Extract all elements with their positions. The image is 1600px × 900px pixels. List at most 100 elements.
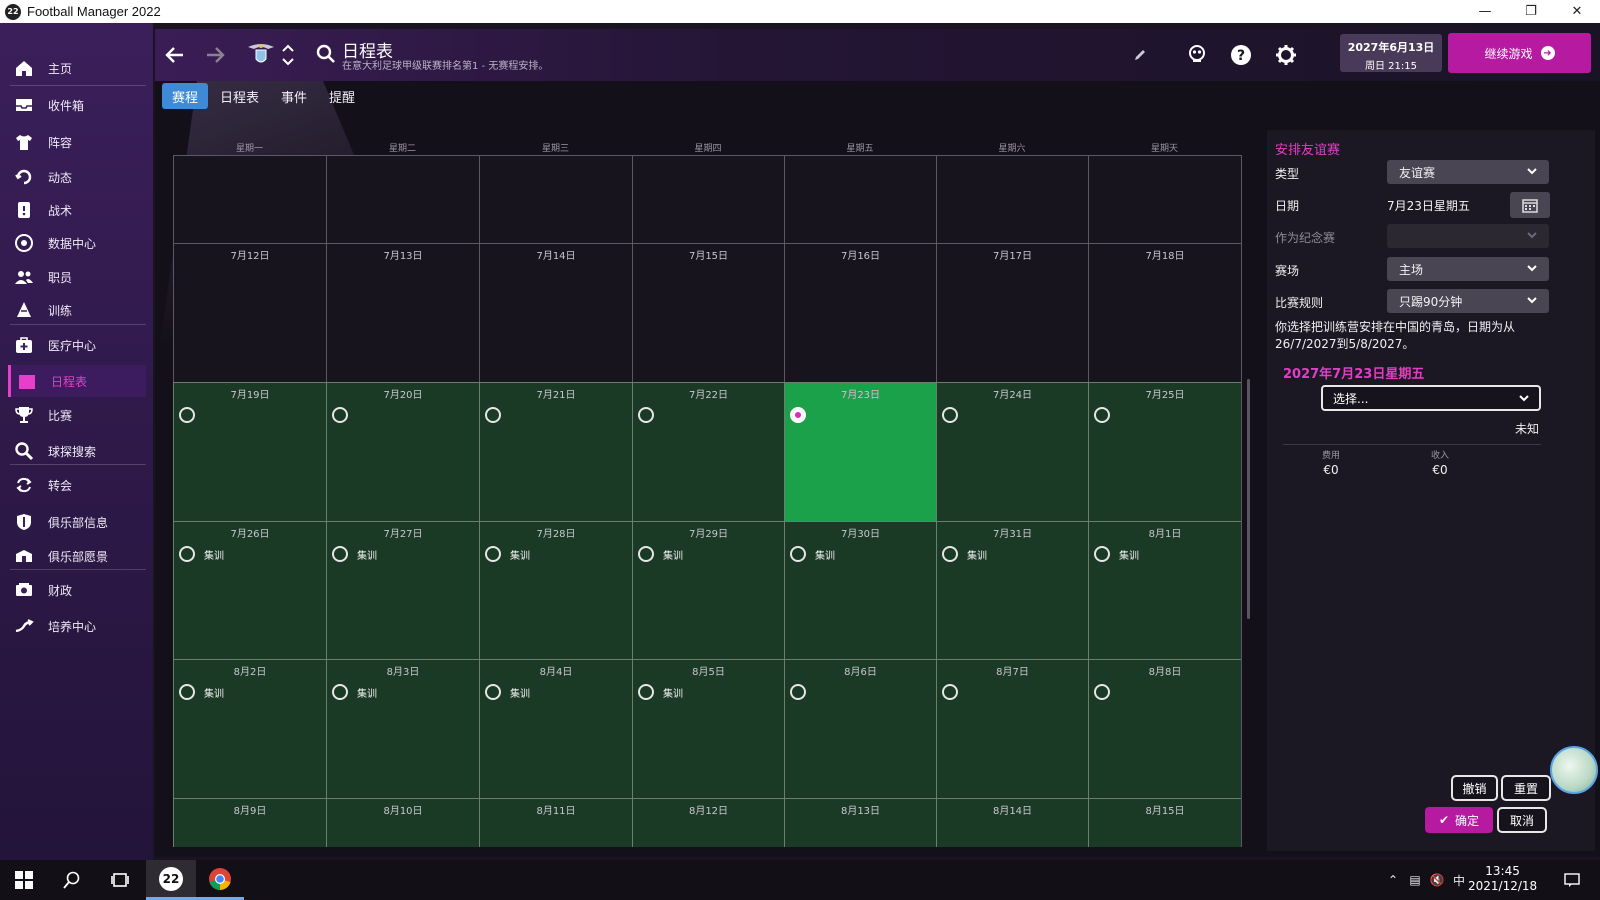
calendar-day-cell[interactable]: 7月26日 集训 — [173, 521, 326, 659]
calendar-day-cell[interactable]: 8月3日 集训 — [326, 659, 479, 798]
day-select-radio[interactable] — [485, 407, 501, 423]
sidebar-item-dynamics[interactable]: 动态 — [8, 161, 146, 193]
sidebar-item-transfers[interactable]: 转会 — [8, 469, 146, 501]
sidebar-item-data-hub[interactable]: 数据中心 — [8, 227, 146, 259]
taskbar-fm-app[interactable]: 22 — [146, 860, 196, 900]
edit-pencil-icon[interactable] — [1127, 42, 1153, 68]
calendar-day-cell[interactable]: 8月4日 集训 — [479, 659, 632, 798]
club-switch-icon[interactable] — [281, 41, 295, 69]
sidebar-item-club-info[interactable]: 俱乐部信息 — [8, 506, 146, 538]
windows-start-button[interactable] — [0, 860, 48, 900]
calendar-day-cell[interactable]: 8月1日 集训 — [1088, 521, 1241, 659]
day-select-radio[interactable] — [790, 546, 806, 562]
opponent-select[interactable]: 选择... — [1321, 385, 1541, 411]
calendar-day-cell[interactable]: 8月2日 集训 — [173, 659, 326, 798]
rules-select[interactable]: 只踢90分钟 — [1387, 289, 1549, 313]
sidebar-item-trophy[interactable]: 比赛 — [8, 399, 146, 431]
tab-3[interactable]: 提醒 — [319, 83, 365, 109]
volume-muted-icon[interactable]: 🔇 — [1426, 873, 1448, 887]
network-icon[interactable]: ▤ — [1404, 873, 1426, 887]
settings-gear-icon[interactable] — [1273, 42, 1299, 68]
close-button[interactable]: ✕ — [1554, 0, 1600, 23]
sidebar-item-medical[interactable]: 医疗中心 — [8, 329, 146, 361]
ime-indicator[interactable]: 中 — [1448, 872, 1470, 889]
day-select-radio[interactable] — [485, 546, 501, 562]
day-select-radio[interactable] — [790, 684, 806, 700]
day-select-radio[interactable] — [942, 684, 958, 700]
day-select-radio[interactable] — [485, 684, 501, 700]
sidebar-item-calendar[interactable]: 日程表 — [8, 365, 146, 397]
continue-button[interactable]: 继续游戏 ➜ — [1448, 33, 1591, 73]
calendar-day-cell[interactable]: 8月7日 — [936, 659, 1088, 798]
tab-2[interactable]: 事件 — [271, 83, 317, 109]
notification-center-button[interactable] — [1552, 860, 1592, 900]
calendar-day-cell[interactable]: 7月20日 — [326, 382, 479, 521]
game-date-display[interactable]: 2027年6月13日 周日 21:15 — [1340, 34, 1442, 72]
day-select-radio[interactable] — [1094, 407, 1110, 423]
day-select-radio[interactable] — [179, 546, 195, 562]
calendar-day-cell[interactable]: 7月22日 — [632, 382, 784, 521]
calendar-day-cell[interactable]: 7月27日 集训 — [326, 521, 479, 659]
day-select-radio[interactable] — [638, 407, 654, 423]
taskbar-search-button[interactable] — [48, 860, 96, 900]
sidebar-item-inbox[interactable]: 收件箱 — [8, 89, 146, 121]
calendar-day-cell[interactable]: 7月21日 — [479, 382, 632, 521]
sidebar-item-scouting[interactable]: 球探搜索 — [8, 435, 146, 467]
tab-1[interactable]: 日程表 — [210, 83, 269, 109]
calendar-day-cell[interactable]: 7月31日 集训 — [936, 521, 1088, 659]
calendar-scrollbar[interactable] — [1247, 379, 1250, 619]
type-select[interactable]: 友谊赛 — [1387, 160, 1549, 184]
calendar-day-cell[interactable]: 7月19日 — [173, 382, 326, 521]
day-select-radio[interactable] — [942, 407, 958, 423]
minimize-button[interactable]: — — [1462, 0, 1508, 23]
task-view-button[interactable] — [96, 860, 144, 900]
calendar-day-cell[interactable]: 7月30日 集训 — [784, 521, 936, 659]
sidebar-item-staff[interactable]: 职员 — [8, 261, 146, 293]
sidebar-item-tactics[interactable]: 战术 — [8, 194, 146, 226]
day-select-radio[interactable] — [638, 684, 654, 700]
calendar-day-cell[interactable]: 7月28日 集训 — [479, 521, 632, 659]
calendar-day-cell[interactable]: 7月25日 — [1088, 382, 1241, 521]
day-select-radio[interactable] — [1094, 684, 1110, 700]
calendar-day-cell[interactable]: 8月6日 — [784, 659, 936, 798]
back-arrow-icon[interactable] — [163, 43, 187, 67]
confirm-button[interactable]: ✔ 确定 — [1425, 807, 1493, 833]
calendar-day-cell[interactable]: 8月8日 — [1088, 659, 1241, 798]
day-select-radio[interactable] — [1094, 546, 1110, 562]
tab-0[interactable]: 赛程 — [162, 83, 209, 109]
day-select-radio[interactable] — [332, 546, 348, 562]
venue-select[interactable]: 主场 — [1387, 257, 1549, 281]
search-icon[interactable] — [315, 43, 337, 65]
reset-button[interactable]: 重置 — [1501, 775, 1551, 801]
taskbar-chrome-app[interactable] — [196, 860, 244, 900]
tray-chevron-up-icon[interactable]: ⌃ — [1382, 873, 1404, 887]
sidebar-item-training[interactable]: 训练 — [8, 294, 146, 326]
taskbar-clock[interactable]: 13:45 2021/12/18 — [1468, 864, 1537, 894]
forward-arrow-icon[interactable] — [203, 43, 227, 67]
cancel-button[interactable]: 取消 — [1497, 807, 1547, 833]
sidebar-item-development[interactable]: 培养中心 — [8, 610, 146, 642]
day-select-radio[interactable] — [942, 546, 958, 562]
day-select-radio[interactable] — [332, 684, 348, 700]
day-select-radio[interactable] — [179, 407, 195, 423]
help-icon[interactable]: ? — [1228, 42, 1254, 68]
social-world-icon[interactable] — [1184, 42, 1210, 68]
sidebar-item-home[interactable]: 主页 — [8, 52, 146, 84]
type-value: 友谊赛 — [1399, 165, 1436, 180]
club-crest-icon[interactable] — [246, 39, 276, 69]
day-select-radio[interactable] — [790, 407, 806, 423]
calendar-day-cell[interactable]: 7月23日 — [784, 382, 936, 521]
undo-button[interactable]: 撤销 — [1451, 775, 1498, 801]
calendar-day-cell[interactable]: 8月5日 集训 — [632, 659, 784, 798]
sidebar-item-finances[interactable]: 财政 — [8, 574, 146, 606]
date-picker-button[interactable] — [1510, 192, 1550, 218]
calendar-day-cell[interactable]: 7月29日 集训 — [632, 521, 784, 659]
day-select-radio[interactable] — [332, 407, 348, 423]
restore-button[interactable]: ❐ — [1508, 0, 1554, 23]
sidebar-item-club-vision[interactable]: 俱乐部愿景 — [8, 540, 146, 572]
day-select-radio[interactable] — [179, 684, 195, 700]
floating-avatar[interactable] — [1550, 746, 1598, 794]
calendar-day-cell[interactable]: 7月24日 — [936, 382, 1088, 521]
day-select-radio[interactable] — [638, 546, 654, 562]
sidebar-item-shirt[interactable]: 阵容 — [8, 126, 146, 158]
